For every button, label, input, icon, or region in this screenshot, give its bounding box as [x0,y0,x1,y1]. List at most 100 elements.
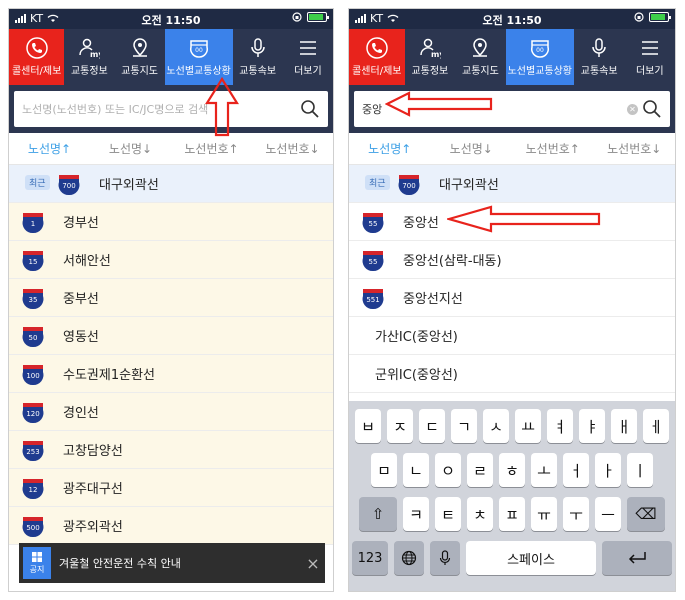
route-row[interactable]: 500 광주외곽선 [9,507,333,545]
nav-more[interactable]: 더보기 [283,29,333,85]
backspace-key[interactable]: ⌫ [627,497,665,531]
sort-number-desc[interactable]: 노선번호↓ [252,133,333,164]
clear-icon[interactable]: ✕ [627,104,638,115]
globe-icon[interactable] [394,541,424,575]
keyboard-key[interactable]: ㅕ [547,409,573,443]
route-name: 대구외곽선 [99,178,159,193]
keyboard-key[interactable]: ㅋ [403,497,429,531]
keyboard-key[interactable]: ㅣ [627,453,653,487]
keyboard-key[interactable]: ㅂ [355,409,381,443]
keyboard-key[interactable]: ㅓ [563,453,589,487]
sort-number-desc[interactable]: 노선번호↓ [594,133,676,164]
route-row[interactable]: 35 중부선 [9,279,333,317]
keyboard-row-1: ㅂㅈㄷㄱㅅㅛㅕㅑㅐㅔ [349,409,675,443]
svg-text:551: 551 [366,296,379,304]
route-row[interactable]: 253 고창담양선 [9,431,333,469]
sort-name-desc[interactable]: 노선명↓ [90,133,171,164]
svg-text:1: 1 [31,220,35,228]
keyboard-key[interactable]: ㅍ [499,497,525,531]
keyboard-key[interactable]: ㅐ [611,409,637,443]
status-right [292,12,329,22]
svg-text:00: 00 [195,47,203,54]
nav-traffic-info[interactable]: my 교통정보 [405,29,456,85]
route-name: 중부선 [63,292,99,307]
svg-text:120: 120 [26,410,39,418]
keyboard-key[interactable]: ㄱ [451,409,477,443]
nav-callcenter[interactable]: 콜센터/제보 [349,29,405,85]
keyboard-key[interactable]: ㄴ [403,453,429,487]
route-name: 대구외곽선 [439,178,499,193]
nav-route-traffic[interactable]: 00 노선별교통상황 [164,29,233,85]
keyboard-key[interactable]: ㄹ [467,453,493,487]
search-icon[interactable] [642,99,662,119]
search-input[interactable] [354,91,670,127]
nav-traffic-map[interactable]: 교통지도 [114,29,164,85]
route-row[interactable]: 12 광주대구선 [9,469,333,507]
close-icon[interactable]: × [301,554,325,573]
nav-label: 노선별교통상황 [166,66,231,77]
keyboard-key[interactable]: ㅈ [387,409,413,443]
keyboard-key[interactable]: ㅇ [435,453,461,487]
route-row[interactable]: 120 경인선 [9,393,333,431]
nav-traffic-info[interactable]: my 교통정보 [64,29,114,85]
sort-name-asc[interactable]: 노선명↑ [349,133,431,164]
keyboard-key[interactable]: ㅗ [531,453,557,487]
nav-callcenter[interactable]: 콜센터/제보 [9,29,65,85]
sort-number-asc[interactable]: 노선번호↑ [171,133,252,164]
microphone-key-icon[interactable] [430,541,460,575]
route-shield-icon: 1 [22,212,44,233]
route-row[interactable]: 50 영동선 [9,317,333,355]
keyboard-key[interactable]: ㄷ [419,409,445,443]
keyboard-key[interactable]: ㅜ [563,497,589,531]
route-shield-icon: 253 [22,440,44,461]
ic-result-row[interactable]: 군위IC(중앙선) [349,355,675,393]
keyboard-key[interactable]: ㅏ [595,453,621,487]
recent-route-row[interactable]: 최근 700 대구외곽선 [9,165,333,203]
sort-name-desc[interactable]: 노선명↓ [431,133,513,164]
keyboard-key[interactable]: ㅠ [531,497,557,531]
keyboard-key[interactable]: ㅡ [595,497,621,531]
ic-result-row[interactable]: 가산IC(중앙선) [349,317,675,355]
keyboard-key[interactable]: ㅊ [467,497,493,531]
ic-name: 군위IC(중앙선) [375,368,458,383]
route-shield-icon: 551 [362,288,384,309]
route-row[interactable]: 100 수도권제1순환선 [9,355,333,393]
svg-text:50: 50 [29,334,38,342]
route-result-row[interactable]: 55 중앙선 [349,203,675,241]
sort-number-asc[interactable]: 노선번호↑ [512,133,594,164]
nav-traffic-news[interactable]: 교통속보 [574,29,625,85]
search-icon[interactable] [300,99,320,119]
keyboard-key[interactable]: ㅁ [371,453,397,487]
keyboard-key[interactable]: ㅑ [579,409,605,443]
route-result-row[interactable]: 55 중앙선(삼락-대동) [349,241,675,279]
space-key[interactable]: 스페이스 [466,541,596,575]
nav-traffic-map[interactable]: 교통지도 [455,29,506,85]
notice-bar[interactable]: 공지 겨울철 안전운전 수칙 안내 × [19,543,325,583]
recent-route-row[interactable]: 최근 700 대구외곽선 [349,165,675,203]
nav-label: 교통속보 [239,66,277,77]
shift-key[interactable]: ⇧ [359,497,397,531]
top-nav: 콜센터/제보 my 교통정보 교통지도 00 노선별교통상황 교통속보 더보기 [9,29,333,85]
my-icon: my [78,37,100,59]
keyboard-key[interactable]: ㅛ [515,409,541,443]
nav-label: 교통속보 [580,66,618,77]
nav-traffic-news[interactable]: 교통속보 [233,29,283,85]
nav-more[interactable]: 더보기 [624,29,675,85]
route-result-row[interactable]: 551 중앙선지선 [349,279,675,317]
keyboard-key[interactable]: ㅅ [483,409,509,443]
numbers-key[interactable]: 123 [352,541,388,575]
route-row[interactable]: 1 경부선 [9,203,333,241]
keyboard-key[interactable]: ㅔ [643,409,669,443]
return-key[interactable] [602,541,672,575]
nav-route-traffic[interactable]: 00 노선별교통상황 [505,29,574,85]
sort-name-asc[interactable]: 노선명↑ [9,133,90,164]
svg-text:my: my [431,50,441,59]
keyboard-key[interactable]: ㅌ [435,497,461,531]
status-bar: KT 오전 11:50 [9,9,333,29]
keyboard-key[interactable]: ㅎ [499,453,525,487]
route-row[interactable]: 15 서해안선 [9,241,333,279]
search-input[interactable] [14,91,328,127]
svg-text:55: 55 [369,258,378,266]
screenshot-composite: KT 오전 11:50 콜센터/제보 my 교통정보 교통지도 [0,0,685,600]
clock: 오전 11:50 [482,14,542,27]
